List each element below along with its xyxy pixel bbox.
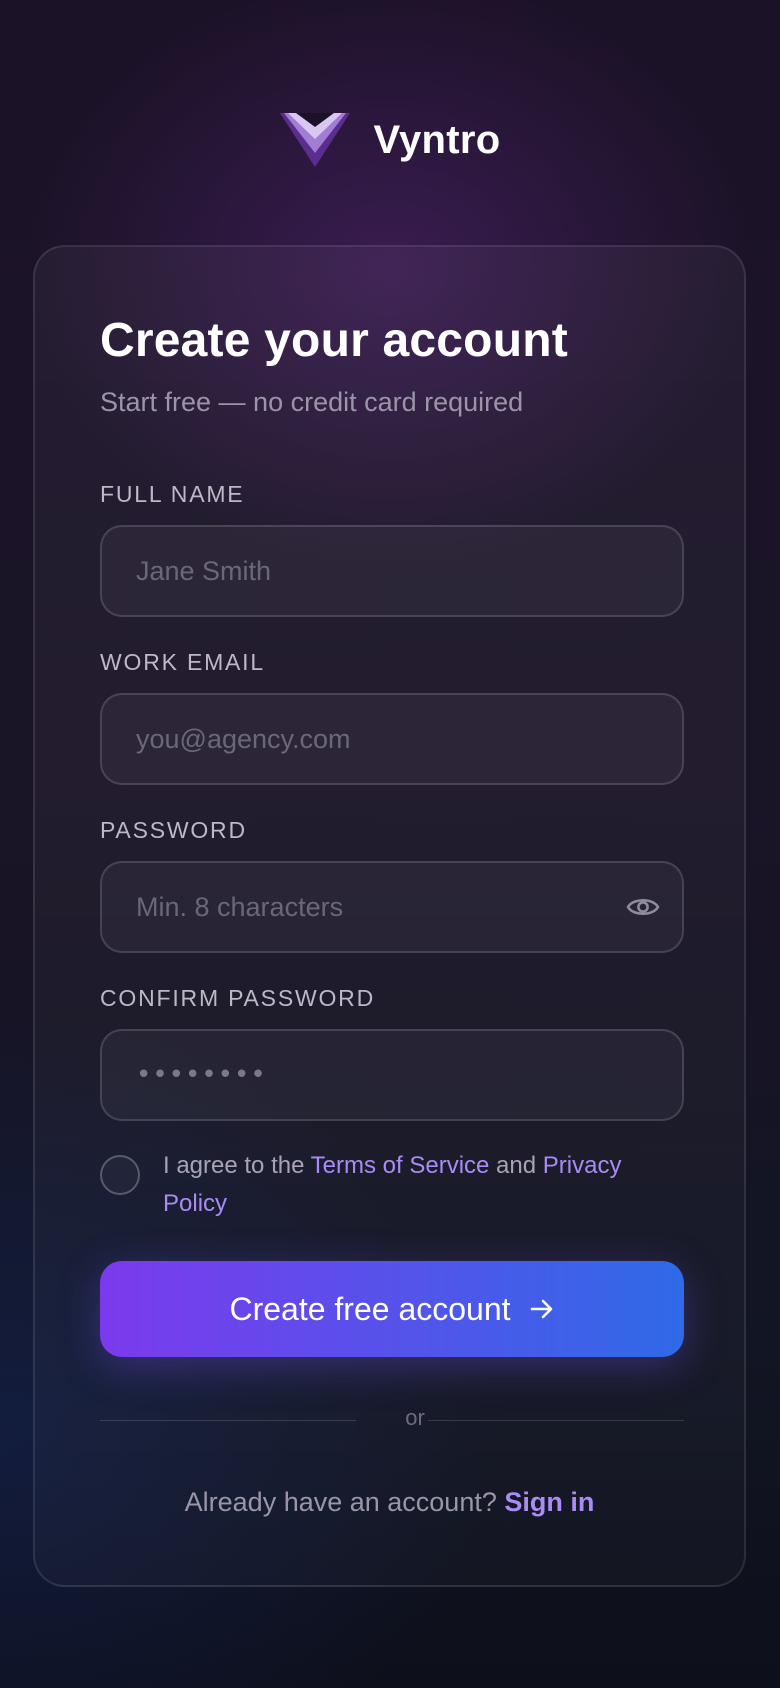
full-name-field[interactable] [100,525,684,617]
page-title: Create your account [100,314,568,367]
arrow-right-icon [530,1299,552,1319]
eye-icon[interactable] [626,895,660,919]
terms-checkbox[interactable] [100,1155,140,1195]
divider-or: or [405,1405,425,1430]
terms-middle: and [489,1152,543,1179]
signup-card: Create your account Start free — no cred… [33,245,746,1587]
signin-prompt-text: Already have an account? [184,1487,505,1517]
v-chevron-logo-icon [279,113,350,167]
terms-of-service-link[interactable]: Terms of Service [311,1152,490,1179]
sign-in-link[interactable]: Sign in [504,1487,594,1517]
divider-line-right [428,1420,684,1421]
full-name-label: FULL NAME [100,481,245,507]
confirm-password-label: CONFIRM PASSWORD [100,985,375,1011]
password-label: PASSWORD [100,817,247,843]
work-email-input[interactable] [136,723,648,755]
signin-prompt: Already have an account? Sign in [35,1487,744,1518]
full-name-input[interactable] [136,555,648,587]
terms-prefix: I agree to the [163,1152,311,1179]
work-email-field[interactable] [100,693,684,785]
terms-text: I agree to the Terms of Service and Priv… [163,1147,663,1223]
confirm-password-field[interactable]: •••••••• [100,1029,684,1121]
work-email-label: WORK EMAIL [100,649,265,675]
divider-line-left [100,1420,356,1421]
brand-header: Vyntro [0,112,780,168]
create-account-button[interactable]: Create free account [100,1261,684,1357]
password-input[interactable] [136,891,648,923]
page-subtitle: Start free — no credit card required [100,387,524,417]
confirm-password-masked-value: •••••••• [136,1060,267,1090]
password-field[interactable] [100,861,684,953]
brand-name: Vyntro [373,117,501,162]
create-account-button-label: Create free account [229,1290,511,1327]
